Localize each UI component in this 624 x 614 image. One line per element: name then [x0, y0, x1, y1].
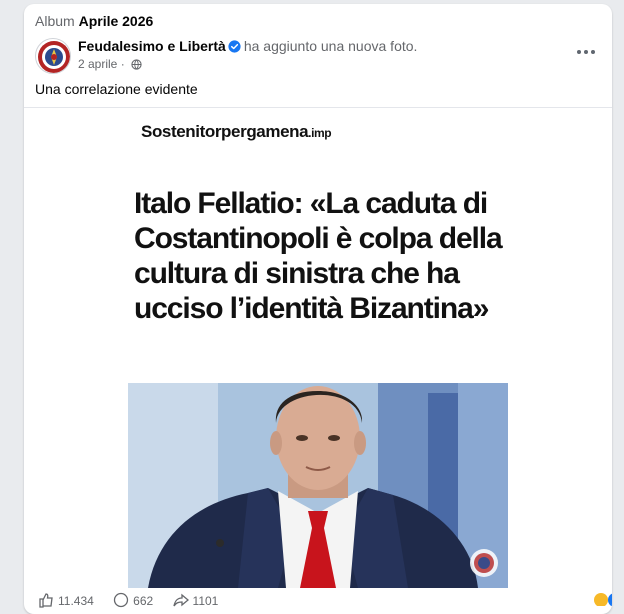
image-site-name: Sostenitorpergamena.imp [141, 122, 332, 142]
post-date-link[interactable]: 2 aprile [78, 57, 117, 71]
comment-icon [114, 592, 129, 608]
page-avatar[interactable] [35, 38, 71, 74]
share-icon [172, 593, 189, 607]
page-logo-icon [38, 41, 70, 73]
thumbs-up-icon [39, 593, 53, 608]
like-count-button[interactable]: 11.434 [38, 592, 94, 608]
image-headline: Italo Fellatio: «La caduta di Costantino… [134, 186, 534, 326]
meta-separator: · [120, 57, 125, 71]
author-line: Feudalesimo e Libertà ha aggiunto una nuo… [78, 38, 417, 54]
comment-count-button[interactable]: 662 [113, 592, 153, 608]
author-name-link[interactable]: Feudalesimo e Libertà [78, 38, 226, 54]
album-label: Album Aprile 2026 [35, 13, 153, 29]
post-card: Album Aprile 2026 Feudalesimo e Libertà h… [24, 4, 612, 614]
more-options-icon [577, 50, 595, 54]
verified-badge-icon [228, 40, 241, 53]
reaction-icons[interactable] [591, 590, 612, 606]
post-stats: 11.434 662 1101 [38, 592, 234, 608]
headline-line: ucciso l’identità Bizantina» [134, 292, 489, 325]
post-photo[interactable]: Sostenitorpergamena.imp Italo Fellatio: … [24, 107, 612, 598]
site-name-text: Sostenitorpergamena [141, 122, 309, 141]
headline-line: Italo Fellatio: «La caduta di [134, 187, 488, 220]
share-count-button[interactable]: 1101 [172, 592, 219, 608]
portrait-photo [128, 383, 508, 588]
share-count: 1101 [192, 594, 219, 608]
post-meta: 2 aprile · [78, 57, 142, 71]
album-prefix: Album [35, 13, 75, 29]
author-action-text: ha aggiunto una nuova foto. [243, 38, 418, 54]
post-caption: Una correlazione evidente [35, 81, 198, 97]
headline-line: Costantinopoli è colpa della [134, 222, 503, 255]
portrait-illustration [128, 383, 508, 588]
globe-icon [131, 59, 142, 70]
comment-count: 662 [133, 594, 154, 608]
album-name-link[interactable]: Aprile 2026 [79, 13, 154, 29]
like-count: 11.434 [58, 594, 94, 608]
headline-line: cultura di sinistra che ha [134, 257, 460, 290]
site-tld-text: .imp [308, 126, 332, 140]
more-options-button[interactable] [574, 44, 598, 60]
